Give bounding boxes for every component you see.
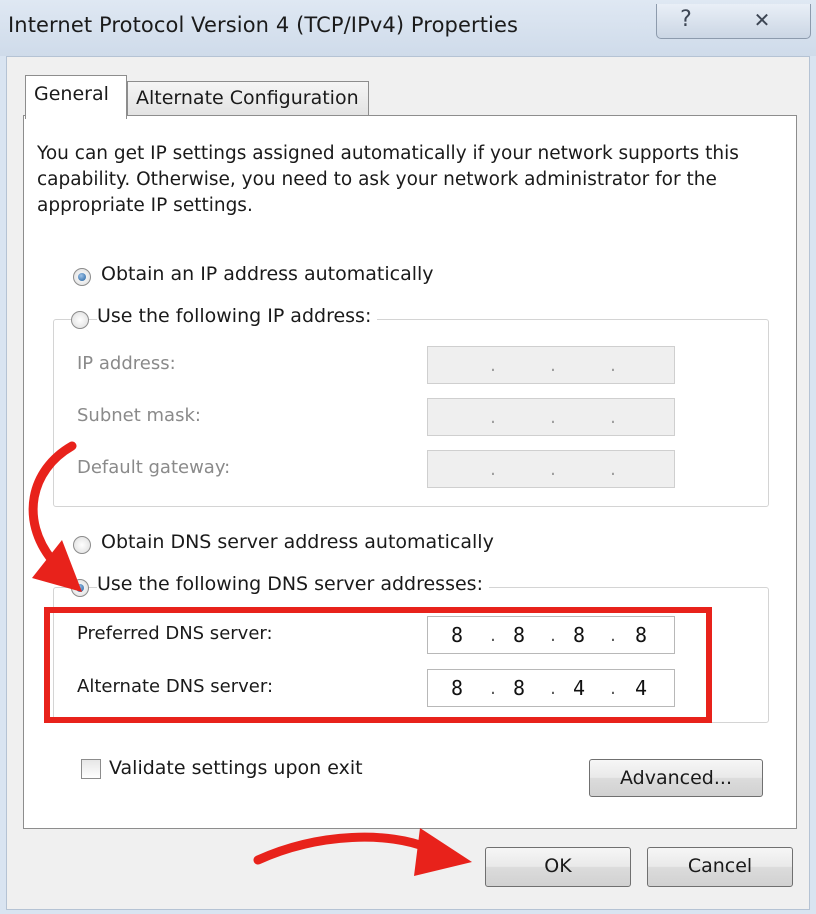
ip-dot: . [550,355,556,376]
ip-auto-label[interactable]: Obtain an IP address automatically [101,263,434,285]
ipv4-properties-dialog: Internet Protocol Version 4 (TCP/IPv4) P… [0,0,816,914]
gateway-octet-1 [442,451,472,487]
gateway-octet-3 [564,451,594,487]
intro-text: You can get IP settings assigned automat… [37,143,739,216]
tab-general[interactable]: General [25,75,127,119]
dialog-client-area: General Alternate Configuration You can … [6,56,810,910]
help-icon: ? [680,7,692,32]
ip-address-octet-4 [626,347,656,383]
ip-dot: . [610,407,616,428]
ip-auto-radio[interactable] [73,268,91,286]
ip-address-input: . . . [427,346,675,384]
ip-dot: . [490,407,496,428]
subnet-octet-2 [504,399,534,435]
subnet-mask-input: . . . [427,398,675,436]
dns-manual-label[interactable]: Use the following DNS server addresses: [97,573,489,595]
ip-manual-radio[interactable] [71,311,89,329]
tab-alternate-configuration[interactable]: Alternate Configuration [127,81,369,115]
validate-label[interactable]: Validate settings upon exit [109,757,363,779]
dns-manual-radio[interactable] [71,579,89,597]
ip-address-label: IP address: [77,353,176,374]
default-gateway-label: Default gateway: [77,457,231,478]
title-bar[interactable]: Internet Protocol Version 4 (TCP/IPv4) P… [0,0,816,56]
ip-address-octet-1 [442,347,472,383]
window-title: Internet Protocol Version 4 (TCP/IPv4) P… [8,13,519,37]
ip-manual-label[interactable]: Use the following IP address: [97,305,378,327]
subnet-octet-3 [564,399,594,435]
ip-dot: . [550,407,556,428]
gateway-octet-2 [504,451,534,487]
default-gateway-input: . . . [427,450,675,488]
validate-checkbox[interactable] [81,759,101,779]
subnet-octet-1 [442,399,472,435]
close-button[interactable]: ✕ [714,4,811,39]
close-icon: ✕ [753,8,771,32]
subnet-octet-4 [626,399,656,435]
ip-dot: . [490,355,496,376]
dns-auto-label[interactable]: Obtain DNS server address automatically [101,531,494,553]
subnet-mask-label: Subnet mask: [77,405,201,426]
ok-button[interactable]: OK [485,847,631,887]
ip-dot: . [490,459,496,480]
dns-highlight-box [44,607,712,723]
dns-auto-radio[interactable] [73,536,91,554]
ip-address-octet-3 [564,347,594,383]
advanced-button[interactable]: Advanced... [589,759,763,797]
ip-dot: . [550,459,556,480]
cancel-button[interactable]: Cancel [647,847,793,887]
ip-dot: . [610,355,616,376]
gateway-octet-4 [626,451,656,487]
ip-address-octet-2 [504,347,534,383]
ip-dot: . [610,459,616,480]
help-button[interactable]: ? [656,4,716,39]
